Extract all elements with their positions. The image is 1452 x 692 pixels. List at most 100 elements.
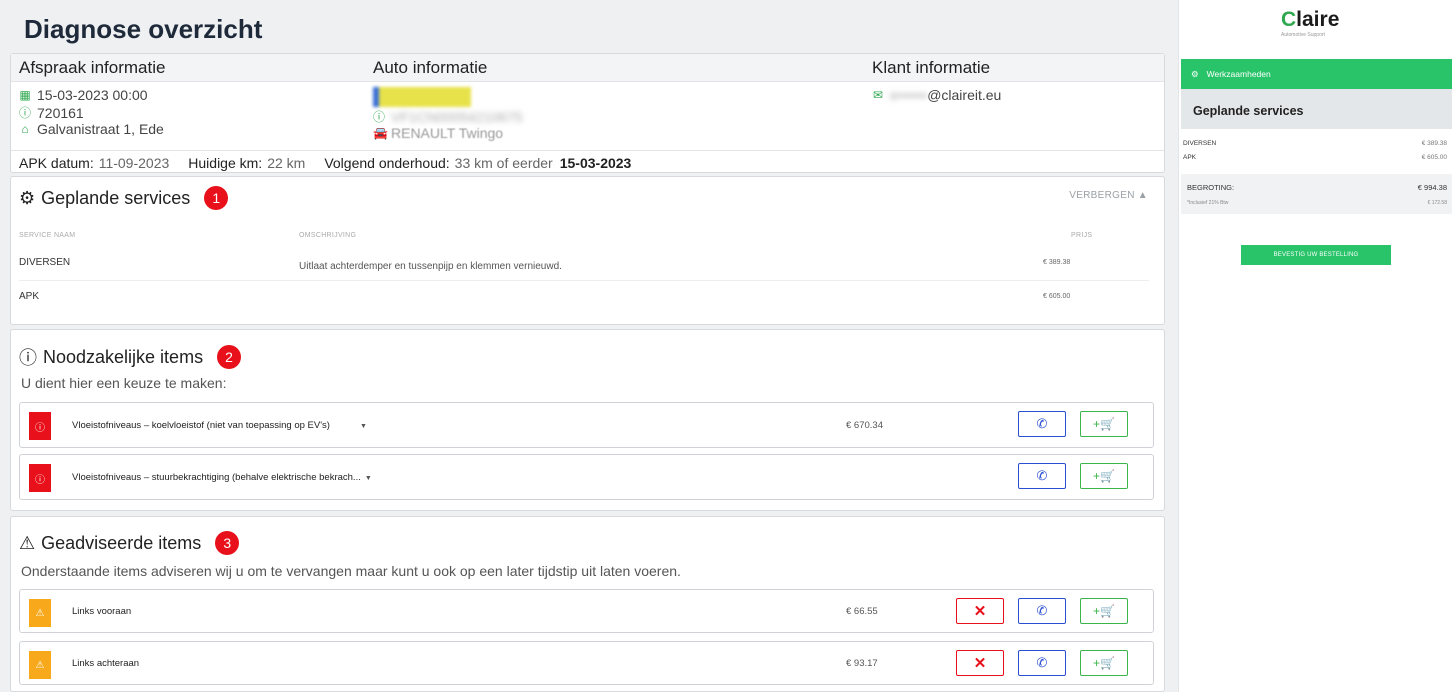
services-card: ⚙ Geplande services 1 VERBERGEN ▲ SERVIC… — [10, 176, 1165, 325]
car-icon: 🚘 — [373, 126, 388, 140]
services-heading: ⚙ Geplande services 1 — [19, 186, 229, 210]
item-select[interactable]: Vloeistofniveaus – stuurbekrachtiging (b… — [72, 472, 372, 483]
add-to-cart-button[interactable]: +🛒 — [1080, 650, 1128, 676]
vat-value: € 172.58 — [1427, 200, 1447, 206]
col-price: PRIJS — [1071, 232, 1093, 239]
alert-circle-icon: ⓘ — [19, 348, 37, 368]
service-name: APK — [19, 291, 40, 302]
required-title: Noodzakelijke items — [43, 346, 204, 367]
page-title: Diagnose overzicht — [24, 14, 263, 44]
list-item: ⓘ Vloeistofniveaus – koelvloeistof (niet… — [19, 402, 1154, 448]
divider — [19, 280, 1149, 281]
call-button[interactable]: ✆ — [1018, 463, 1066, 489]
info-card: Afspraak informatie Auto informatie Klan… — [10, 53, 1165, 173]
alert-circle-icon: ⓘ — [29, 412, 51, 440]
alert-circle-icon: ⓘ — [29, 464, 51, 492]
step-badge: 2 — [217, 345, 242, 369]
item-label: Links achteraan — [72, 658, 140, 669]
sidebar: Claire Automotive Support ⚙ Werkzaamhede… — [1178, 0, 1452, 692]
cart-icon: +🛒 — [1093, 469, 1115, 483]
phone-icon: ✆ — [1036, 416, 1048, 431]
address: Galvanistraat 1, Ede — [37, 121, 164, 137]
table-row: APK € 605.00 — [19, 283, 1149, 317]
reject-button[interactable]: ✕ — [956, 650, 1004, 676]
logo: Claire — [1281, 8, 1340, 31]
total-value: € 994.38 — [1417, 183, 1447, 192]
required-heading: ⓘ Noodzakelijke items 2 — [19, 344, 242, 370]
onderhoud-label: Volgend onderhoud: — [324, 154, 450, 171]
list-item: ⚠ Links vooraan € 66.55 ✕ ✆ +🛒 — [19, 589, 1154, 633]
item-price: € 93.17 — [846, 658, 878, 669]
services-title: Geplande services — [41, 187, 191, 208]
gear-icon: ⚙ — [1191, 68, 1199, 79]
item-select[interactable]: Vloeistofniveaus – koelvloeistof (niet v… — [72, 420, 367, 431]
close-icon: ✕ — [973, 655, 987, 672]
phone-icon: ✆ — [1036, 655, 1048, 670]
item-label: Vloeistofniveaus – stuurbekrachtiging (b… — [72, 472, 361, 483]
advised-title: Geadviseerde items — [41, 532, 202, 553]
summary-price: € 389.38 — [1421, 140, 1447, 147]
service-price: € 605.00 — [1043, 293, 1071, 300]
step-badge: 3 — [215, 531, 240, 555]
call-button[interactable]: ✆ — [1018, 650, 1066, 676]
close-icon: ✕ — [973, 603, 987, 620]
afspraak-title: Afspraak informatie — [19, 58, 166, 77]
service-name: DIVERSEN — [19, 257, 71, 268]
tab-label: Werkzaamheden — [1206, 69, 1271, 79]
sidebar-section-title: Geplande services — [1181, 89, 1452, 129]
total-label: BEGROTING: — [1187, 183, 1235, 192]
klant-title: Klant informatie — [872, 58, 991, 77]
appointment-date: 15-03-2023 00:00 — [37, 87, 148, 103]
email-domain: @claireit.eu — [927, 87, 1002, 103]
license-plate — [373, 87, 471, 107]
hide-link[interactable]: VERBERGEN ▲ — [1069, 190, 1148, 201]
summary-name: DIVERSEN — [1183, 140, 1217, 147]
info-icon: ⓘ — [19, 106, 32, 120]
main-content: Diagnose overzicht Afspraak informatie A… — [0, 0, 1178, 692]
location-icon: ⌂ — [21, 122, 29, 136]
item-label: Links vooraan — [72, 606, 132, 617]
mail-icon: ✉ — [872, 88, 884, 102]
total-row: BEGROTING: € 994.38 — [1183, 183, 1447, 192]
add-to-cart-button[interactable]: +🛒 — [1080, 598, 1128, 624]
summary-price: € 605.00 — [1421, 154, 1447, 161]
info-header — [11, 54, 1164, 82]
auto-title: Auto informatie — [373, 58, 488, 77]
logo-subtitle: Automotive Support — [1281, 32, 1325, 38]
vat-row: *Inclusief 21% Btw € 172.58 — [1183, 200, 1447, 206]
phone-icon: ✆ — [1036, 468, 1048, 483]
step-badge: 1 — [204, 186, 229, 210]
tab-werkzaamheden[interactable]: ⚙ Werkzaamheden — [1181, 59, 1452, 89]
info-icon: ⓘ — [373, 110, 386, 124]
item-price: € 66.55 — [846, 606, 878, 617]
summary-row: DIVERSEN € 389.38 — [1183, 140, 1447, 147]
required-subtitle: U dient hier een keuze te maken: — [21, 375, 227, 391]
item-price: € 670.34 — [846, 420, 883, 431]
phone-icon: ✆ — [1036, 603, 1048, 618]
list-item: ⓘ Vloeistofniveaus – stuurbekrachtiging … — [19, 454, 1154, 500]
chevron-down-icon: ▼ — [359, 423, 367, 430]
email-hidden: e•••••• — [890, 87, 928, 103]
call-button[interactable]: ✆ — [1018, 598, 1066, 624]
call-button[interactable]: ✆ — [1018, 411, 1066, 437]
calendar-icon: ▦ — [19, 88, 31, 102]
add-to-cart-button[interactable]: +🛒 — [1080, 411, 1128, 437]
service-desc: Uitlaat achterdemper en tussenpijp en kl… — [299, 261, 562, 272]
onderhoud-value: 33 km of eerder — [454, 154, 553, 171]
add-to-cart-button[interactable]: +🛒 — [1080, 463, 1128, 489]
advised-items-card: ⚠ Geadviseerde items 3 Onderstaande item… — [10, 516, 1165, 692]
col-service-name: SERVICE NAAM — [19, 232, 76, 239]
service-price: € 389.38 — [1043, 259, 1071, 266]
cart-icon: +🛒 — [1093, 417, 1115, 431]
warning-icon: ⚠ — [29, 599, 51, 627]
item-label: Vloeistofniveaus – koelvloeistof (niet v… — [72, 420, 330, 431]
reject-button[interactable]: ✕ — [956, 598, 1004, 624]
km-value: 22 km — [267, 154, 306, 171]
apk-value: 11-09-2023 — [98, 154, 170, 171]
warning-icon: ⚠ — [19, 532, 36, 553]
info-footer: APK datum: 11-09-2023 Huidige km: 22 km … — [11, 150, 1164, 174]
warning-icon: ⚠ — [29, 651, 51, 679]
total-box — [1181, 174, 1452, 214]
confirm-order-button[interactable]: BEVESTIG UW BESTELLING — [1241, 245, 1391, 265]
gear-icon: ⚙ — [19, 187, 36, 208]
